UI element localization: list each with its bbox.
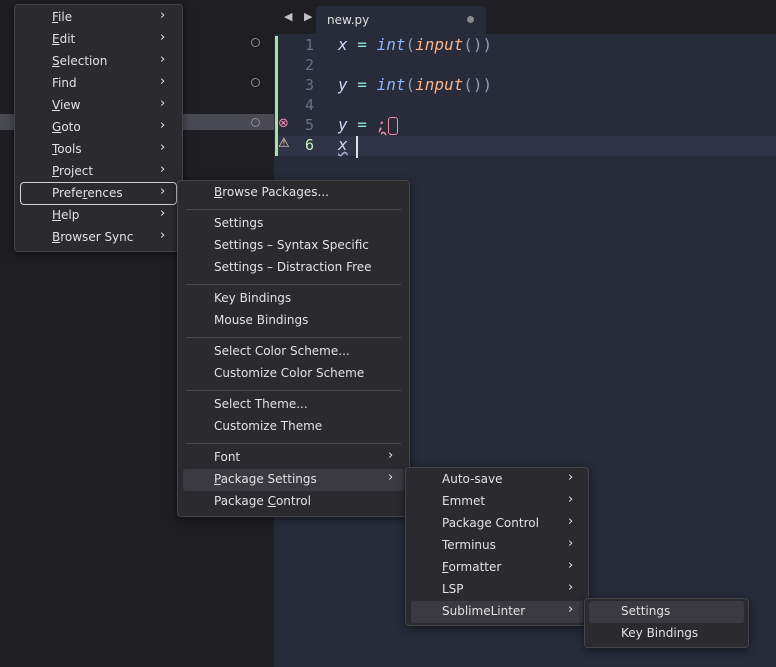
- menu-item-customize-theme[interactable]: Customize Theme: [178, 416, 409, 438]
- submenu-arrow-icon: ›: [568, 602, 574, 617]
- tab-label: new.py: [327, 13, 370, 27]
- fold-marker-icon[interactable]: [251, 118, 260, 127]
- menu-item-select-theme[interactable]: Select Theme...: [178, 394, 409, 416]
- menu-item-help[interactable]: Help ›: [15, 205, 182, 227]
- submenu-arrow-icon: ›: [388, 470, 394, 485]
- menu-item-formatter[interactable]: Formatter ›: [406, 557, 588, 579]
- unsaved-dot-icon[interactable]: [467, 16, 474, 23]
- submenu-arrow-icon: ›: [388, 448, 394, 463]
- menu-item-sublimelinter-key-bindings[interactable]: Key Bindings: [585, 623, 748, 645]
- error-icon[interactable]: ⊗: [278, 116, 289, 131]
- line-number: 4: [304, 96, 314, 114]
- menu-item-selection[interactable]: Selection ›: [15, 51, 182, 73]
- code-line-6[interactable]: x: [338, 135, 348, 154]
- menu-item-mouse-bindings[interactable]: Mouse Bindings: [178, 310, 409, 332]
- sublimelinter-submenu: Settings Key Bindings: [584, 598, 749, 648]
- menu-item-package-control-settings[interactable]: Package Control ›: [406, 513, 588, 535]
- main-menu: File › Edit › Selection › Find › View › Goto ›…: [14, 4, 183, 252]
- fold-marker-icon[interactable]: [251, 38, 260, 47]
- submenu-arrow-icon: ›: [160, 96, 166, 111]
- menu-item-terminus[interactable]: Terminus ›: [406, 535, 588, 557]
- menu-item-select-color-scheme[interactable]: Select Color Scheme...: [178, 341, 409, 363]
- menu-item-goto[interactable]: Goto ›: [15, 117, 182, 139]
- menu-separator: [186, 337, 401, 338]
- preferences-submenu: Browse Packages... Settings Settings – S…: [177, 180, 410, 517]
- menu-item-project[interactable]: Project ›: [15, 161, 182, 183]
- line-number-current: 6: [304, 136, 314, 154]
- submenu-arrow-icon: ›: [568, 580, 574, 595]
- submenu-arrow-icon: ›: [160, 228, 166, 243]
- menu-item-settings-syntax-specific[interactable]: Settings – Syntax Specific: [178, 235, 409, 257]
- submenu-arrow-icon: ›: [160, 30, 166, 45]
- menu-item-view[interactable]: View ›: [15, 95, 182, 117]
- submenu-arrow-icon: ›: [568, 470, 574, 485]
- menu-item-browser-sync[interactable]: Browser Sync ›: [15, 227, 182, 249]
- menu-item-browse-packages[interactable]: Browse Packages...: [178, 182, 409, 204]
- menu-item-find[interactable]: Find ›: [15, 73, 182, 95]
- submenu-arrow-icon: ›: [160, 8, 166, 23]
- submenu-arrow-icon: ›: [160, 206, 166, 221]
- warning-icon[interactable]: ⚠: [278, 136, 290, 151]
- menu-item-sublimelinter[interactable]: SublimeLinter ›: [411, 601, 583, 623]
- menu-item-settings[interactable]: Settings: [178, 213, 409, 235]
- line-number: 2: [304, 56, 314, 74]
- menu-separator: [186, 284, 401, 285]
- tab-nav-arrows-icon[interactable]: ◀ ▶: [284, 10, 316, 23]
- submenu-arrow-icon: ›: [160, 162, 166, 177]
- submenu-arrow-icon: ›: [160, 74, 166, 89]
- menu-item-customize-color-scheme[interactable]: Customize Color Scheme: [178, 363, 409, 385]
- submenu-arrow-icon: ›: [160, 118, 166, 133]
- submenu-arrow-icon: ›: [568, 536, 574, 551]
- package-settings-submenu: Auto-save › Emmet › Package Control › Termi…: [405, 467, 589, 626]
- current-line-highlight: [278, 136, 776, 156]
- text-cursor: [356, 136, 358, 158]
- menu-item-preferences[interactable]: Preferences ›: [20, 182, 177, 205]
- menu-item-file[interactable]: File ›: [15, 7, 182, 29]
- menu-item-font[interactable]: Font ›: [178, 447, 409, 469]
- menu-item-tools[interactable]: Tools ›: [15, 139, 182, 161]
- menu-item-emmet[interactable]: Emmet ›: [406, 491, 588, 513]
- menu-item-settings-distraction-free[interactable]: Settings – Distraction Free: [178, 257, 409, 279]
- line-number: 5: [304, 116, 314, 134]
- line-number: 1: [304, 36, 314, 54]
- submenu-arrow-icon: ›: [568, 492, 574, 507]
- submenu-arrow-icon: ›: [568, 514, 574, 529]
- code-line-5[interactable]: y = ;: [338, 115, 399, 135]
- menu-item-auto-save[interactable]: Auto-save ›: [406, 469, 588, 491]
- menu-item-sublimelinter-settings[interactable]: Settings: [589, 601, 744, 623]
- menu-item-lsp[interactable]: LSP ›: [406, 579, 588, 601]
- submenu-arrow-icon: ›: [568, 558, 574, 573]
- menu-item-package-control[interactable]: Package Control: [178, 491, 409, 513]
- submenu-arrow-icon: ›: [160, 184, 166, 199]
- submenu-arrow-icon: ›: [160, 52, 166, 67]
- code-line-1[interactable]: x = int(input()): [338, 35, 492, 54]
- menu-item-key-bindings[interactable]: Key Bindings: [178, 288, 409, 310]
- line-number: 3: [304, 76, 314, 94]
- menu-separator: [186, 209, 401, 210]
- fold-marker-icon[interactable]: [251, 78, 260, 87]
- submenu-arrow-icon: ›: [160, 140, 166, 155]
- menu-separator: [186, 390, 401, 391]
- menu-separator: [186, 443, 401, 444]
- menu-item-package-settings[interactable]: Package Settings ›: [183, 469, 404, 491]
- code-line-3[interactable]: y = int(input()): [338, 75, 492, 94]
- tab-new-py[interactable]: new.py: [316, 6, 486, 34]
- menu-item-edit[interactable]: Edit ›: [15, 29, 182, 51]
